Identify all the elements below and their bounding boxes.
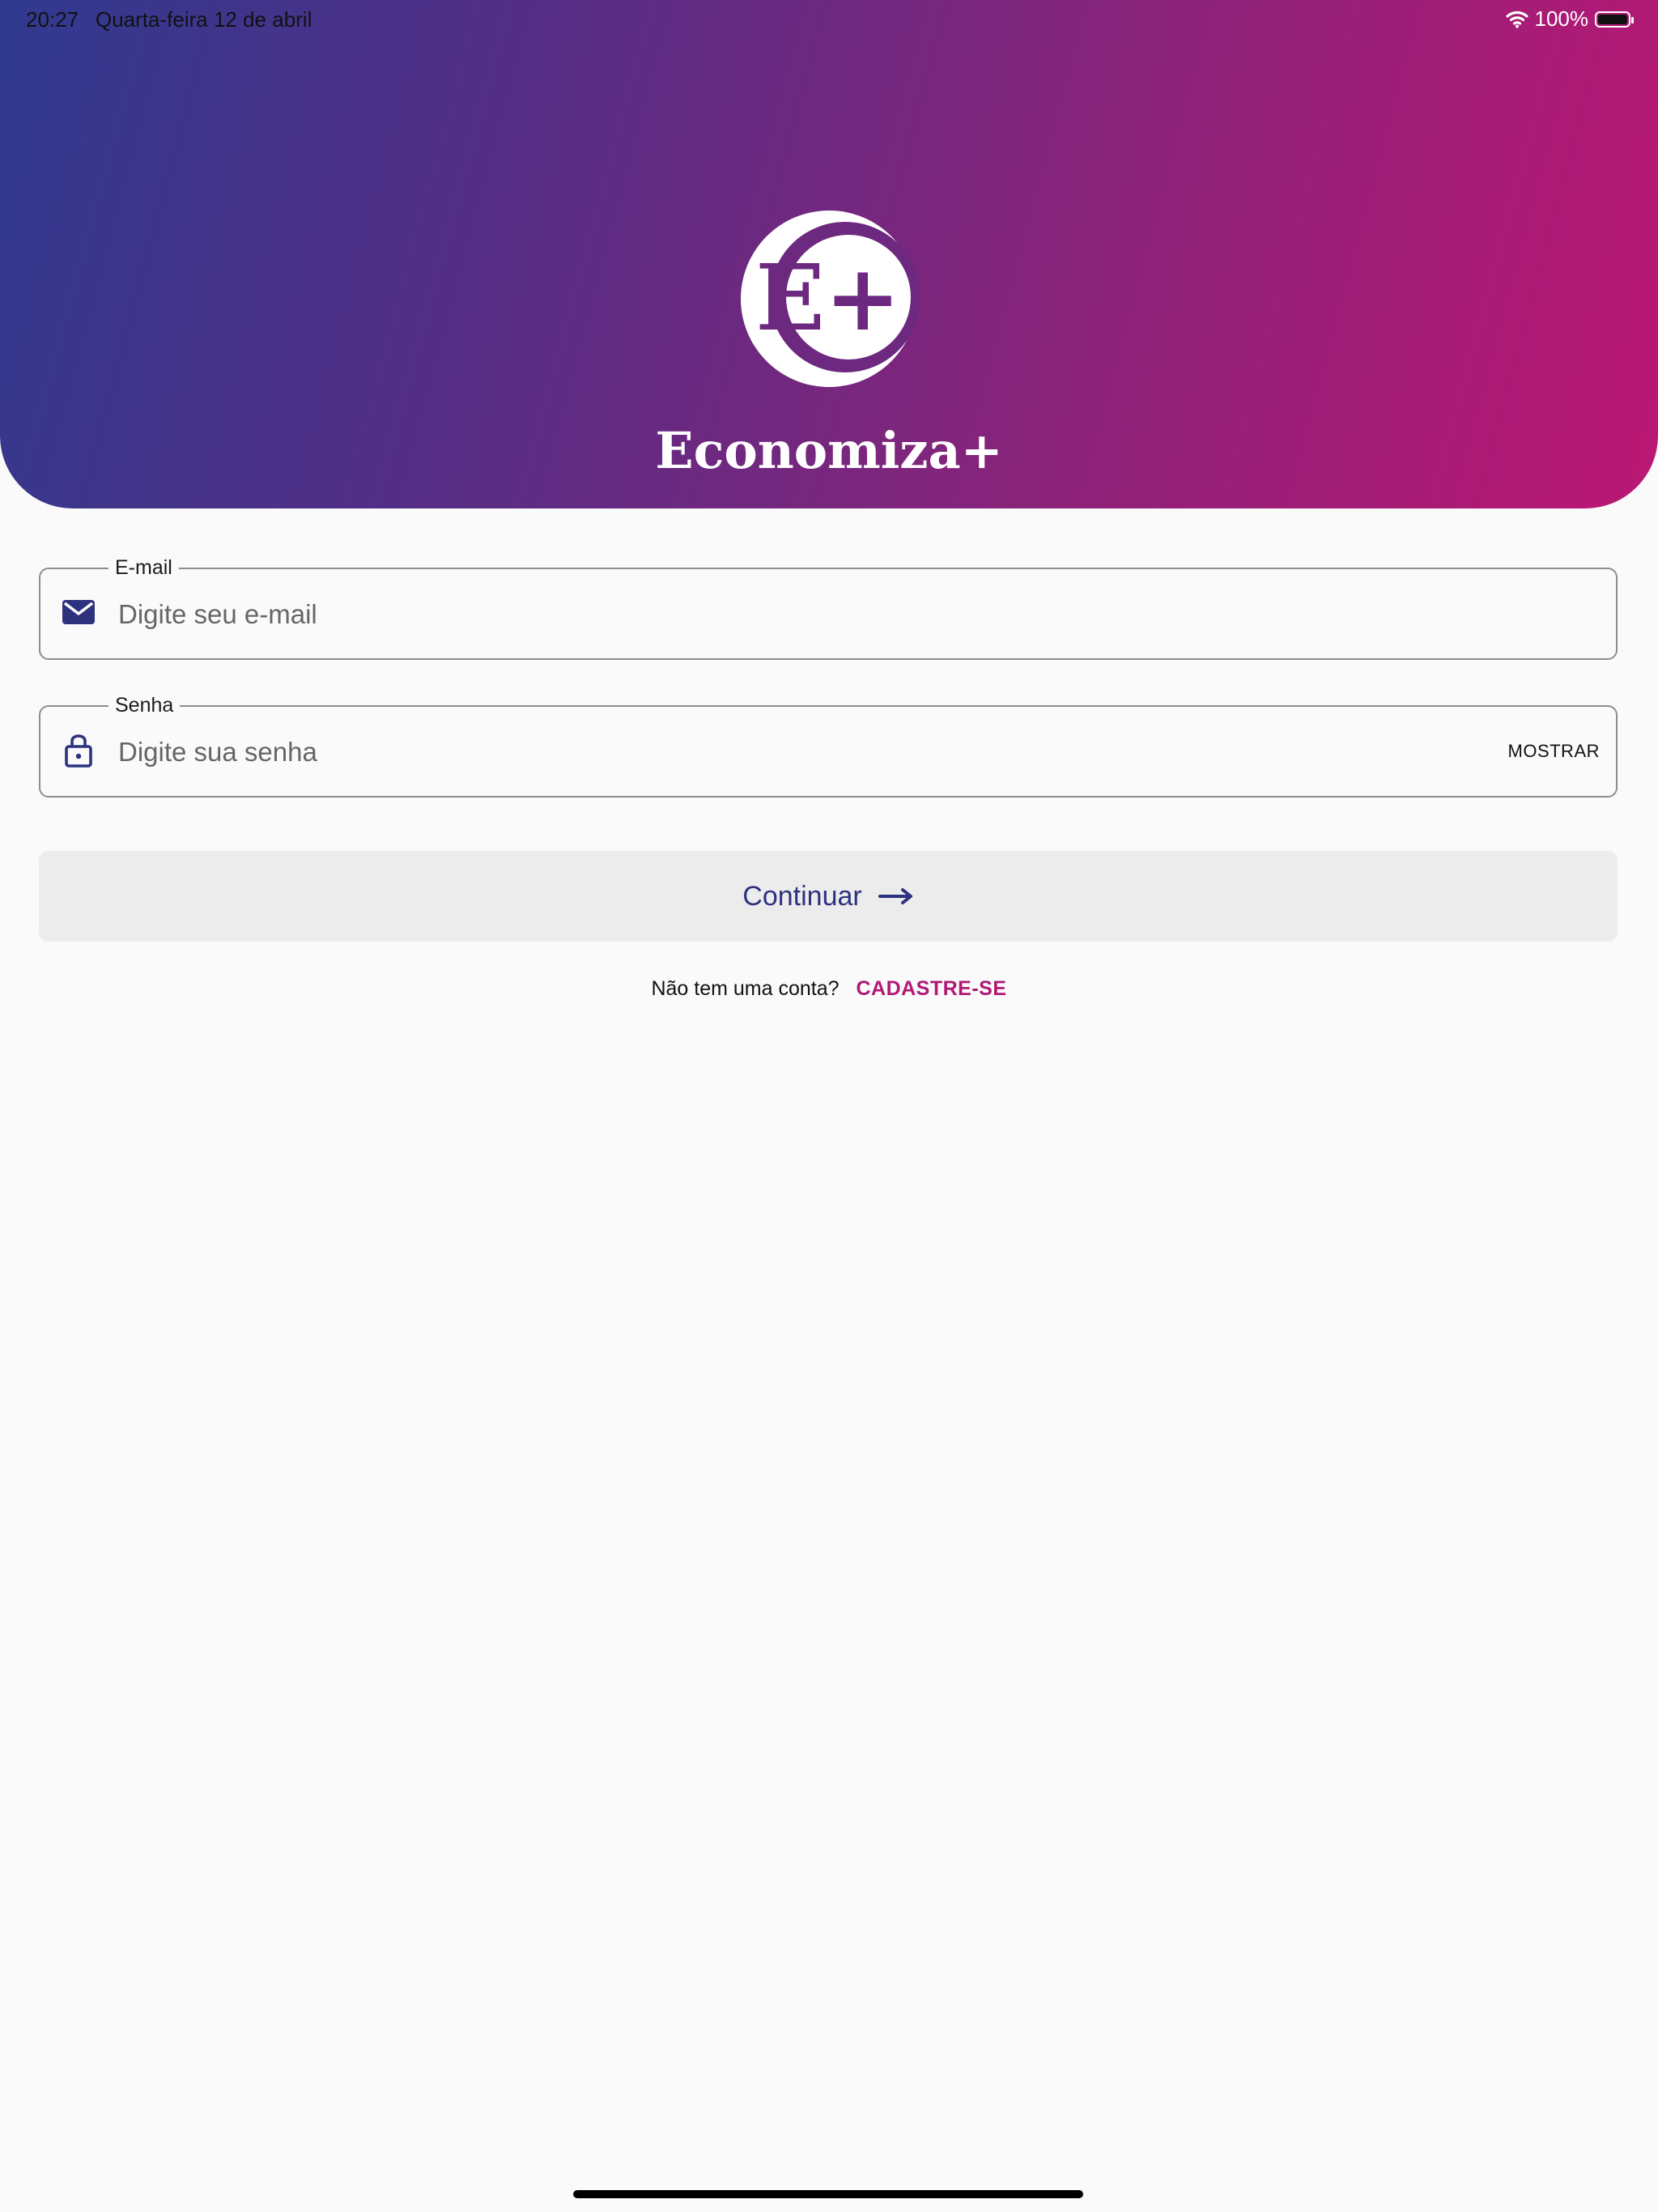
status-time: 20:27 xyxy=(26,7,79,32)
continue-label: Continuar xyxy=(742,880,862,912)
email-input[interactable] xyxy=(117,590,1496,639)
mail-icon xyxy=(60,593,97,631)
arrow-right-icon xyxy=(878,887,914,906)
e-plus-logo-icon: E+ xyxy=(735,205,923,393)
signup-prompt: Não tem uma conta? xyxy=(651,977,840,1000)
app-header: 20:27 Quarta-feira 12 de abril 100% E+ E… xyxy=(0,0,1658,508)
signup-link[interactable]: CADASTRE-SE xyxy=(856,977,1006,1000)
status-right: 100% xyxy=(1505,6,1634,32)
continue-button[interactable]: Continuar xyxy=(39,851,1618,942)
password-input[interactable] xyxy=(117,728,1496,776)
app-name: Economiza+ xyxy=(655,421,1003,480)
signup-row: Não tem uma conta? CADASTRE-SE xyxy=(0,977,1658,1001)
email-field[interactable]: E-mail xyxy=(39,553,1618,660)
battery-percent: 100% xyxy=(1534,6,1589,31)
wifi-icon xyxy=(1505,11,1528,28)
password-label: Senha xyxy=(108,691,181,720)
battery-icon xyxy=(1595,11,1634,28)
lock-icon xyxy=(60,731,97,768)
show-password-button[interactable]: MOSTRAR xyxy=(1508,741,1601,762)
password-field[interactable]: Senha MOSTRAR xyxy=(39,691,1618,798)
home-indicator xyxy=(573,2190,1083,2198)
status-bar: 20:27 Quarta-feira 12 de abril 100% xyxy=(0,0,1658,39)
email-label: E-mail xyxy=(108,553,179,582)
logo-text: E+ xyxy=(755,245,900,351)
status-date: Quarta-feira 12 de abril xyxy=(96,7,312,32)
